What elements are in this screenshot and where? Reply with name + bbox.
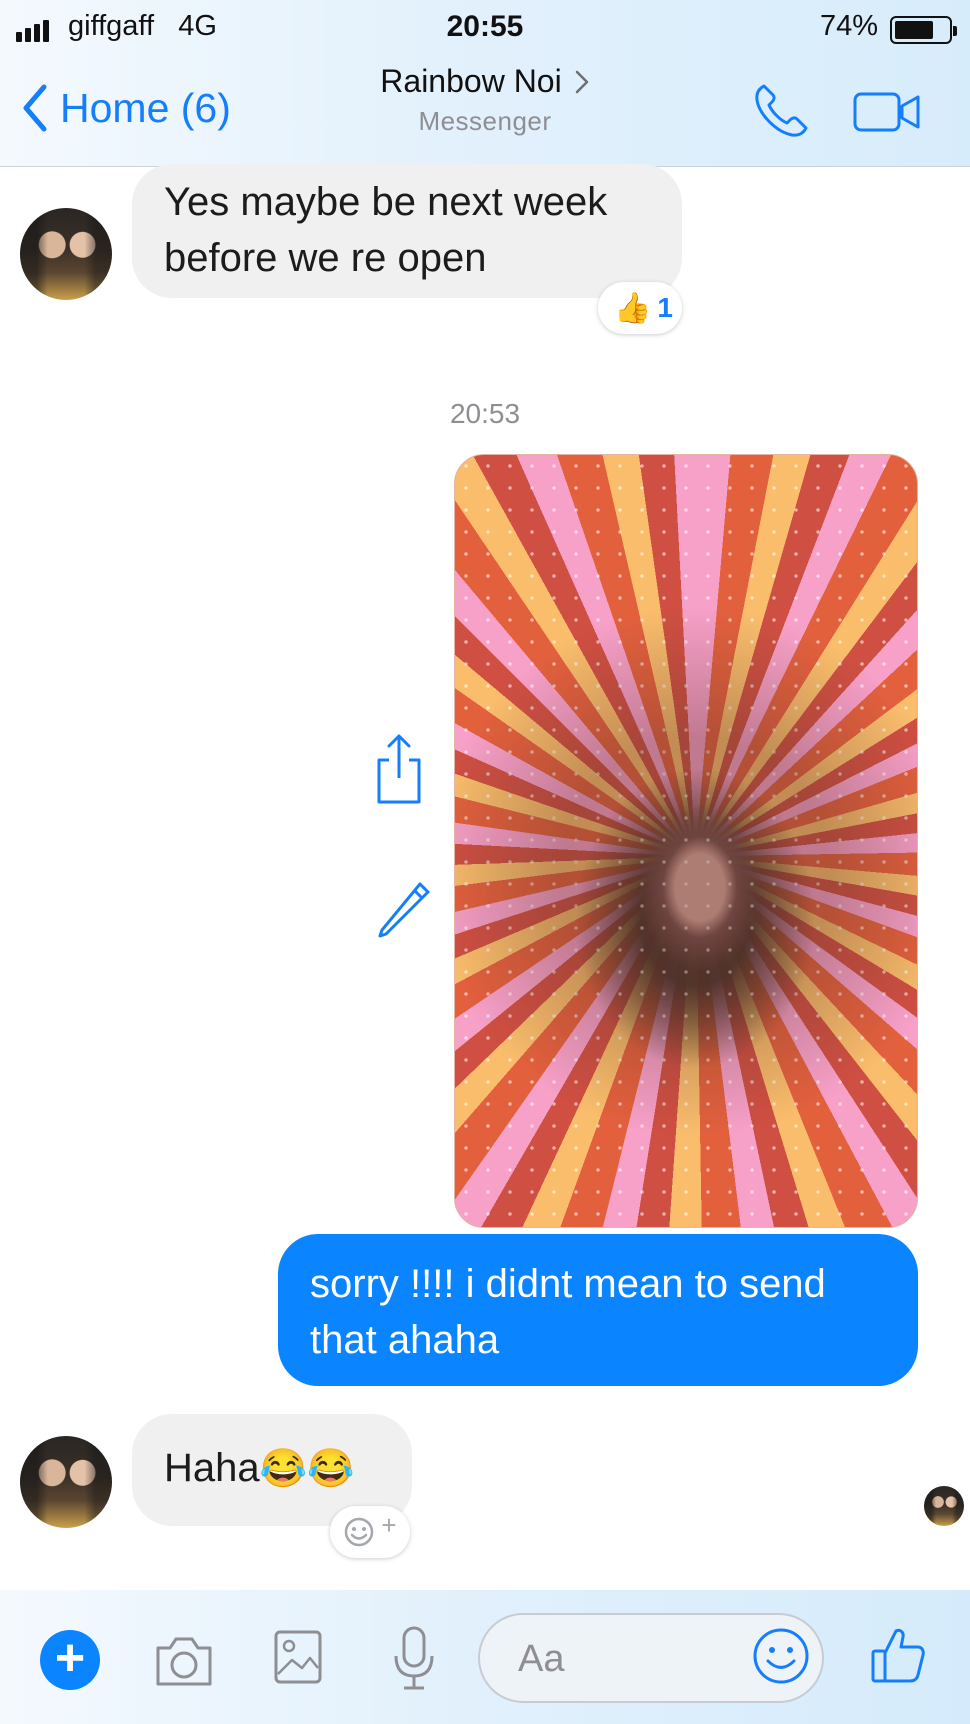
battery-fill <box>895 21 934 39</box>
emoji-icon <box>345 1517 374 1547</box>
camera-icon[interactable] <box>152 1632 216 1690</box>
message-line: sorry !!!! i didnt mean to send <box>310 1262 826 1306</box>
add-reaction-plus: + <box>381 1509 397 1540</box>
chevron-right-icon <box>575 70 588 93</box>
message-input[interactable] <box>518 1637 718 1681</box>
battery-percentage: 74% <box>819 10 878 42</box>
conversation-title: Rainbow Noi Messenger <box>0 63 970 137</box>
message-line: Yes maybe be next week <box>164 180 608 224</box>
edit-icon[interactable] <box>372 878 434 940</box>
thumbs-up-icon[interactable] <box>870 1625 926 1685</box>
add-reaction-button[interactable]: + <box>330 1506 410 1558</box>
battery-icon <box>890 16 957 44</box>
contact-avatar[interactable] <box>20 208 112 300</box>
status-bar: giffgaff 4G 20:55 74% <box>0 8 970 48</box>
message-line: before we re open <box>164 236 487 280</box>
share-icon[interactable] <box>372 732 426 806</box>
conversation-subtitle: Messenger <box>418 106 552 136</box>
video-camera-icon[interactable] <box>852 88 922 136</box>
gallery-icon[interactable] <box>272 1628 324 1686</box>
top-bar: giffgaff 4G 20:55 74% Home (6) Rainbow N… <box>0 0 970 167</box>
read-receipt-avatar <box>924 1486 964 1526</box>
outgoing-message-bubble[interactable]: sorry !!!! i didnt mean to send that aha… <box>278 1234 918 1386</box>
contact-avatar[interactable] <box>20 1436 112 1528</box>
message-timestamp: 20:53 <box>449 398 521 429</box>
conversation-header: Home (6) Rainbow Noi Messenger <box>0 55 970 165</box>
phone-icon[interactable] <box>750 80 812 142</box>
contact-name: Rainbow Noi <box>380 63 562 99</box>
reaction-count: 1 <box>657 292 673 323</box>
more-actions-button[interactable]: + <box>40 1630 100 1690</box>
incoming-message-bubble[interactable]: Yes maybe be next week before we re open <box>132 164 682 298</box>
thumbs-up-icon: 👍 <box>614 291 652 325</box>
microphone-icon[interactable] <box>390 1624 438 1694</box>
reaction-badge[interactable]: 👍 1 <box>598 282 682 334</box>
message-line: that ahaha <box>310 1318 500 1362</box>
emoji-icon[interactable] <box>752 1627 810 1685</box>
laughing-emoji: 😂😂 <box>259 1448 355 1490</box>
contact-name-button[interactable]: Rainbow Noi <box>380 63 589 100</box>
sent-photo[interactable] <box>454 454 918 1228</box>
message-text: Haha <box>164 1446 260 1490</box>
